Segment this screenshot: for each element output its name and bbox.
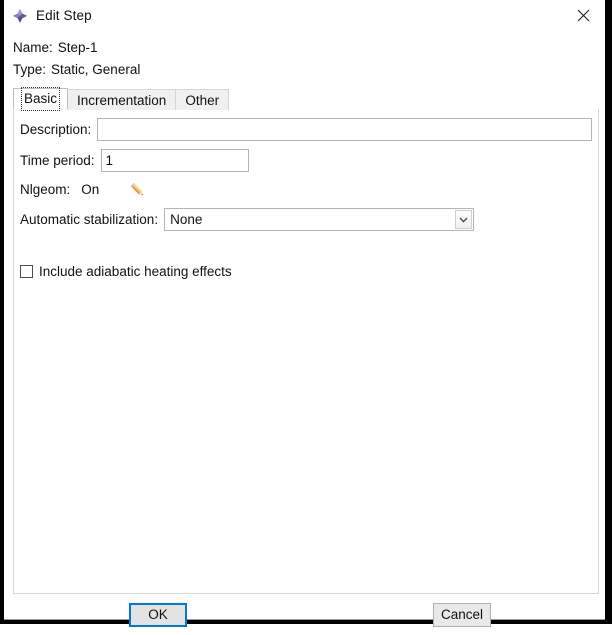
tab-incrementation-label: Incrementation — [77, 93, 167, 108]
chevron-down-icon[interactable] — [455, 210, 473, 229]
dialog-window: Edit Step Name: Step-1 Type: Static, Gener… — [4, 0, 605, 627]
dialog-footer: OK Cancel — [4, 594, 605, 635]
window-frame: Edit Step Name: Step-1 Type: Static, Gener… — [0, 0, 612, 627]
step-name-value: Step-1 — [57, 40, 98, 55]
title-bar: Edit Step — [4, 0, 605, 31]
tab-other[interactable]: Other — [175, 89, 230, 110]
close-icon[interactable] — [561, 0, 605, 31]
time-period-label: Time period: — [20, 153, 95, 168]
pencil-icon[interactable] — [127, 180, 147, 198]
cancel-button[interactable]: Cancel — [433, 603, 491, 627]
automatic-stabilization-value: None — [170, 212, 203, 227]
window-title: Edit Step — [36, 8, 92, 23]
tab-strip: Basic Incrementation Other — [13, 87, 599, 111]
description-label: Description: — [20, 122, 92, 137]
nlgeom-label: Nlgeom: — [20, 181, 71, 197]
ok-button-label: OK — [148, 607, 168, 622]
adiabatic-heating-checkbox[interactable] — [20, 265, 33, 278]
step-name-row: Name: Step-1 — [13, 40, 605, 55]
step-type-value: Static, General — [51, 62, 141, 77]
step-name-label: Name: — [13, 40, 53, 55]
automatic-stabilization-label: Automatic stabilization: — [20, 212, 159, 227]
step-type-row: Type: Static, General — [13, 62, 605, 77]
time-period-row: Time period: — [20, 149, 249, 172]
tab-basic[interactable]: Basic — [13, 87, 69, 111]
cancel-button-label: Cancel — [440, 607, 484, 622]
time-period-input[interactable] — [100, 149, 249, 172]
step-type-label: Type: — [13, 62, 47, 77]
tab-other-label: Other — [185, 93, 220, 108]
automatic-stabilization-row: Automatic stabilization: None — [20, 208, 475, 231]
tab-basic-label: Basic — [20, 87, 61, 111]
nlgeom-row: Nlgeom: On — [20, 180, 147, 198]
description-input[interactable] — [97, 118, 592, 141]
ok-button[interactable]: OK — [129, 603, 187, 627]
description-row: Description: — [20, 118, 592, 141]
adiabatic-heating-row[interactable]: Include adiabatic heating effects — [20, 264, 232, 279]
abaqus-diamond-icon — [11, 7, 29, 25]
tab-panel-basic: Description: Time period: Nlgeom: On — [13, 109, 599, 594]
automatic-stabilization-select[interactable]: None — [164, 208, 475, 231]
nlgeom-value: On — [81, 181, 100, 197]
tab-incrementation[interactable]: Incrementation — [67, 89, 177, 110]
adiabatic-heating-label: Include adiabatic heating effects — [39, 264, 232, 279]
